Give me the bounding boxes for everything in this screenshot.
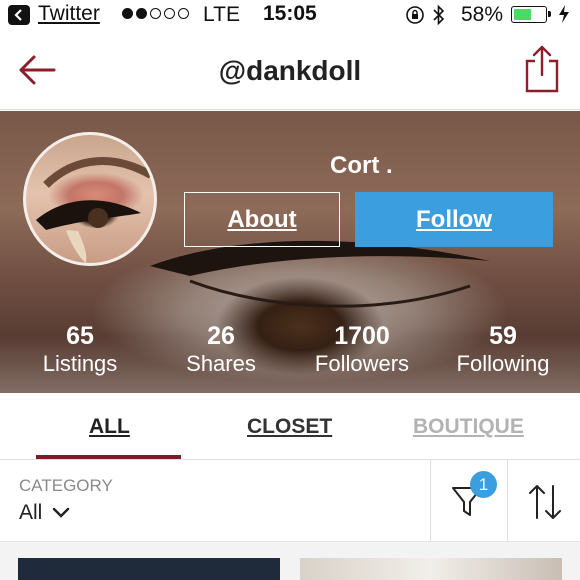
follow-button[interactable]: Follow [355, 192, 553, 247]
category-dropdown[interactable]: All [19, 501, 70, 525]
stat-value: 59 [489, 322, 517, 350]
stat-listings[interactable]: 65 Listings [10, 322, 150, 378]
category-label: CATEGORY [19, 476, 113, 495]
profile-name: Cort . [330, 152, 393, 179]
back-to-app-label[interactable]: Twitter [38, 2, 100, 26]
tab-all[interactable]: ALL [89, 415, 130, 439]
stat-shares[interactable]: 26 Shares [151, 322, 291, 378]
stat-label: Followers [314, 351, 410, 376]
stat-value: 65 [66, 322, 94, 350]
charging-icon [558, 4, 570, 30]
stat-label: Listings [42, 351, 118, 376]
chevron-down-icon [53, 507, 70, 518]
stat-following[interactable]: 59 Following [433, 322, 573, 378]
battery-percent: 58% [461, 3, 504, 26]
stat-value: 1700 [334, 322, 390, 350]
tab-boutique[interactable]: BOUTIQUE [413, 415, 524, 439]
clock: 15:05 [263, 2, 317, 25]
stat-label: Following [456, 351, 550, 376]
stat-label: Shares [186, 351, 256, 376]
listing-grid [0, 542, 580, 580]
back-to-app-icon[interactable] [8, 5, 30, 25]
filter-count-badge: 1 [470, 471, 497, 498]
listing-thumbnail[interactable] [18, 558, 280, 580]
about-button[interactable]: About [184, 192, 340, 247]
divider [507, 460, 508, 542]
divider [430, 460, 431, 542]
rotation-lock-icon [405, 5, 425, 31]
page-title: @dankdoll [218, 55, 362, 86]
carrier-label: LTE [203, 3, 240, 26]
share-icon[interactable] [524, 44, 560, 94]
status-bar: Twitter LTE 15:05 58% [0, 0, 580, 30]
sort-icon[interactable] [527, 482, 563, 522]
nav-bar: @dankdoll [0, 30, 580, 110]
stat-value: 26 [207, 322, 235, 350]
category-value: All [19, 501, 43, 524]
battery-icon [511, 6, 551, 23]
stat-followers[interactable]: 1700 Followers [292, 322, 432, 378]
avatar[interactable] [23, 132, 157, 266]
signal-strength-icon [122, 8, 189, 19]
closet-tabs: ALL CLOSET BOUTIQUE [0, 393, 580, 460]
filter-bar: CATEGORY All [0, 460, 580, 542]
active-tab-indicator [36, 455, 181, 459]
bluetooth-icon [432, 4, 446, 32]
tab-closet[interactable]: CLOSET [247, 415, 332, 439]
listing-thumbnail[interactable] [300, 558, 562, 580]
